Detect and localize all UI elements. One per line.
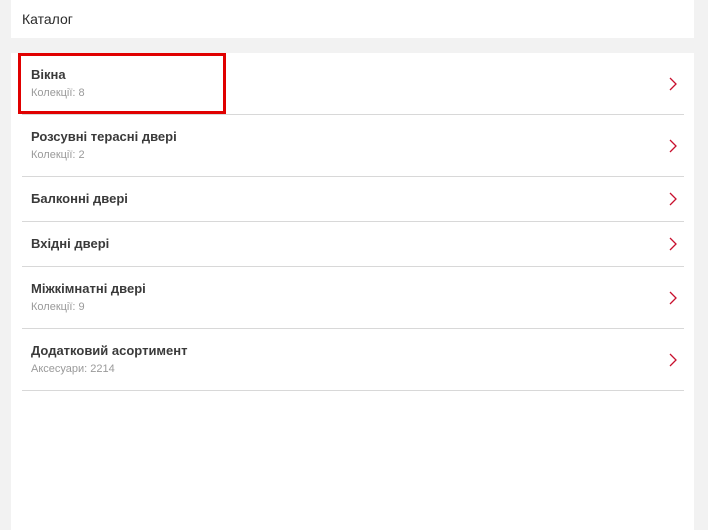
catalog-item-additional-assortment[interactable]: Додатковий асортимент Аксесуари: 2214 <box>22 329 684 391</box>
catalog-item-interior-doors[interactable]: Міжкімнатні двері Колекції: 9 <box>22 267 684 329</box>
catalog-item-title: Міжкімнатні двері <box>31 281 146 296</box>
catalog-item-subtitle: Колекції: 8 <box>31 87 85 99</box>
catalog-item-entrance-doors[interactable]: Вхідні двері <box>22 222 684 267</box>
catalog-item-title: Вхідні двері <box>31 236 110 251</box>
chevron-right-icon <box>669 237 677 251</box>
catalog-header: Каталог <box>11 0 694 38</box>
catalog-item-title: Балконні двері <box>31 191 128 206</box>
page-title: Каталог <box>22 11 73 27</box>
catalog-item-subtitle: Колекції: 9 <box>31 301 85 313</box>
chevron-right-icon <box>669 353 677 367</box>
catalog-list: Вікна Колекції: 8 Розсувні терасні двері… <box>22 53 684 391</box>
chevron-right-icon <box>669 77 677 91</box>
catalog-item-subtitle: Колекції: 2 <box>31 149 85 161</box>
catalog-panel: Вікна Колекції: 8 Розсувні терасні двері… <box>11 53 694 530</box>
catalog-item-title: Додатковий асортимент <box>31 343 188 358</box>
catalog-item-title: Розсувні терасні двері <box>31 129 177 144</box>
catalog-item-balcony-doors[interactable]: Балконні двері <box>22 177 684 222</box>
catalog-item-windows[interactable]: Вікна Колекції: 8 <box>22 53 684 115</box>
chevron-right-icon <box>669 139 677 153</box>
catalog-item-subtitle: Аксесуари: 2214 <box>31 363 115 375</box>
chevron-right-icon <box>669 291 677 305</box>
catalog-item-sliding-terrace-doors[interactable]: Розсувні терасні двері Колекції: 2 <box>22 115 684 177</box>
catalog-item-title: Вікна <box>31 67 66 82</box>
chevron-right-icon <box>669 192 677 206</box>
